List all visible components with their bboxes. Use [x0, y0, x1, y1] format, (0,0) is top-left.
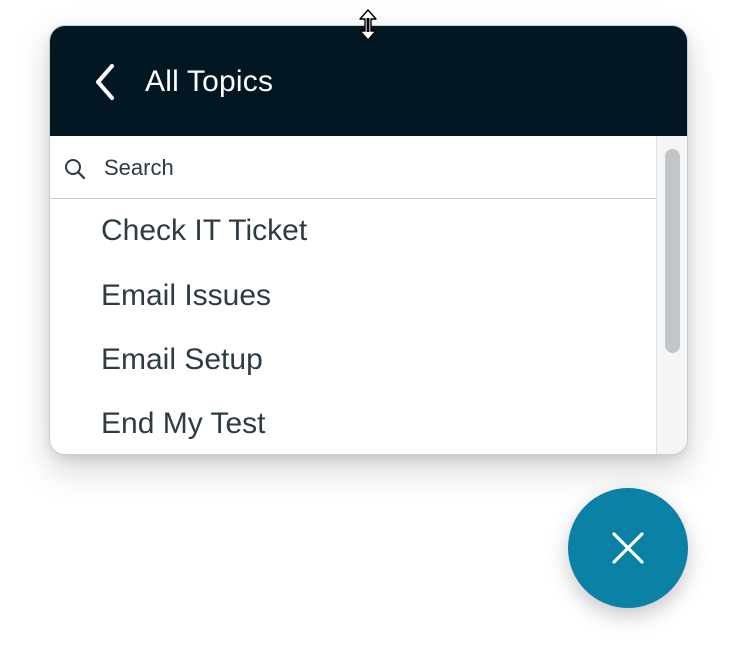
topics-panel: All Topics Check IT Ticket Email Issues …	[49, 25, 688, 455]
topic-item-end-my-test[interactable]: End My Test	[50, 392, 656, 454]
panel-header: All Topics	[50, 26, 687, 136]
topic-label: Email Setup	[101, 343, 263, 376]
search-row	[50, 136, 656, 199]
topic-item-check-it-ticket[interactable]: Check IT Ticket	[50, 198, 656, 264]
close-button[interactable]	[568, 488, 688, 608]
search-input[interactable]	[104, 150, 634, 186]
scrollbar-track[interactable]	[656, 136, 687, 454]
topics-list-area: Check IT Ticket Email Issues Email Setup…	[50, 136, 687, 454]
resize-vertical-icon[interactable]	[357, 9, 379, 41]
topics-list: Check IT Ticket Email Issues Email Setup…	[50, 198, 656, 454]
topic-item-email-setup[interactable]: Email Setup	[50, 328, 656, 392]
topic-label: End My Test	[101, 407, 266, 440]
close-icon	[612, 532, 644, 564]
scrollbar-thumb[interactable]	[665, 149, 680, 353]
topic-label: Email Issues	[101, 279, 272, 312]
chevron-left-icon[interactable]	[90, 62, 120, 102]
search-icon	[65, 159, 86, 180]
chat-widget-stage: All Topics Check IT Ticket Email Issues …	[0, 0, 736, 664]
page-title: All Topics	[145, 65, 274, 98]
topic-label: Check IT Ticket	[101, 214, 308, 247]
topic-item-email-issues[interactable]: Email Issues	[50, 264, 656, 328]
